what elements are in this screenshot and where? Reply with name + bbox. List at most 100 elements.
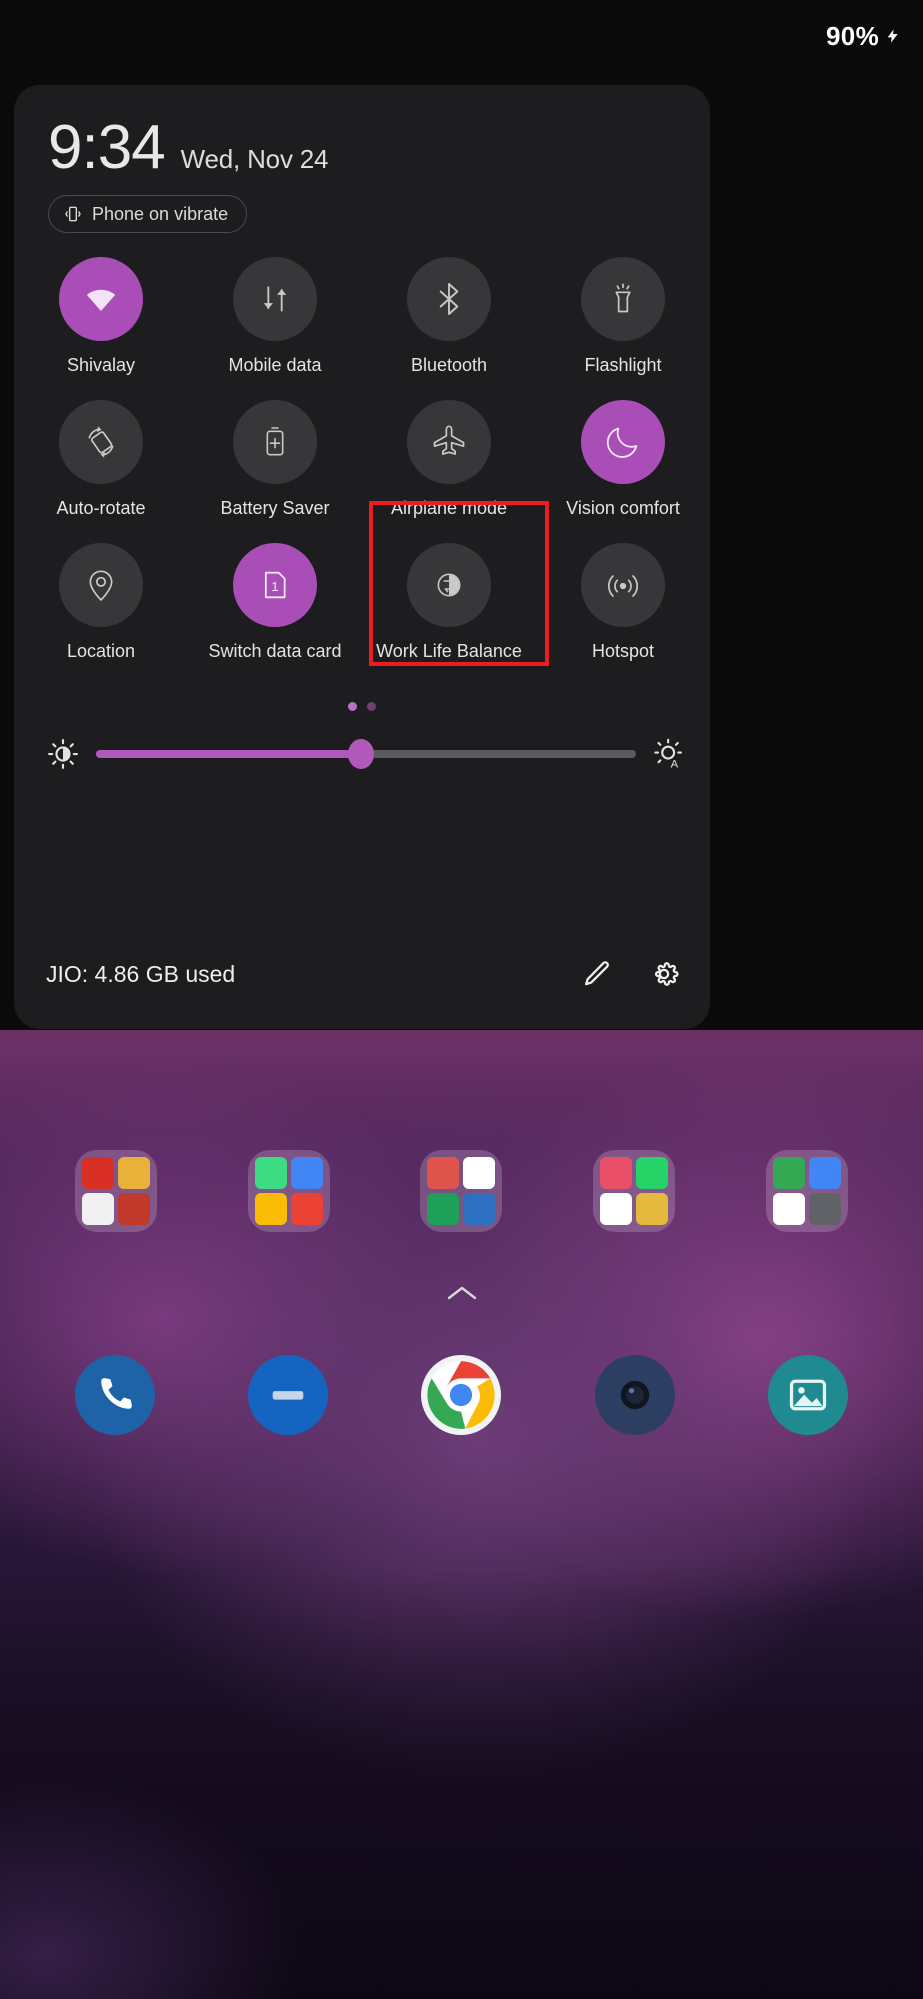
tile-bluetooth[interactable]: Bluetooth bbox=[362, 257, 536, 376]
folder-mini-icon bbox=[463, 1193, 496, 1225]
clock-date[interactable]: Wed, Nov 24 bbox=[181, 144, 329, 175]
tile-airplane-mode-label: Airplane mode bbox=[390, 498, 508, 518]
tile-vision-comfort-circle[interactable] bbox=[581, 400, 665, 484]
folder-mini-icon bbox=[808, 1193, 841, 1225]
tile-work-life-balance-circle[interactable] bbox=[407, 543, 491, 627]
tile-shivalay-circle[interactable] bbox=[59, 257, 143, 341]
tile-vision-comfort[interactable]: Vision comfort bbox=[536, 400, 710, 519]
quick-settings-header: 9:34 Wed, Nov 24 Phone on vibrate bbox=[14, 85, 710, 233]
home-folder[interactable] bbox=[247, 1150, 330, 1232]
tile-flashlight[interactable]: Flashlight bbox=[536, 257, 710, 376]
gear-icon[interactable] bbox=[648, 958, 680, 990]
brightness-slider[interactable] bbox=[96, 739, 636, 769]
tile-bluetooth-circle[interactable] bbox=[407, 257, 491, 341]
ringer-mode-chip[interactable]: Phone on vibrate bbox=[48, 195, 248, 233]
tile-location-circle[interactable] bbox=[59, 543, 143, 627]
data-usage-label[interactable]: JIO: 4.86 GB used bbox=[46, 961, 580, 988]
folder-mini-icon bbox=[808, 1157, 841, 1189]
quick-settings-footer: JIO: 4.86 GB used bbox=[14, 919, 710, 1029]
svg-text:1: 1 bbox=[271, 579, 278, 594]
clock-row: 9:34 Wed, Nov 24 bbox=[48, 117, 710, 179]
folder-mini-icon bbox=[254, 1193, 287, 1225]
dock-app-camera[interactable] bbox=[594, 1355, 675, 1435]
tile-work-life-balance[interactable]: Work Life Balance bbox=[362, 543, 536, 662]
dock-app-phone[interactable] bbox=[74, 1355, 155, 1435]
wallpaper-foreground bbox=[0, 1569, 923, 1999]
dock-app-messages[interactable] bbox=[248, 1355, 329, 1435]
folder-mini-icon bbox=[600, 1193, 633, 1225]
tile-mobile-data-label: Mobile data bbox=[228, 355, 322, 375]
tile-bluetooth-label: Bluetooth bbox=[410, 355, 488, 375]
pencil-icon[interactable] bbox=[580, 958, 612, 990]
tile-flashlight-circle[interactable] bbox=[581, 257, 665, 341]
tile-location-label: Location bbox=[66, 641, 136, 661]
folder-mini-icon bbox=[427, 1157, 460, 1189]
folder-mini-icon bbox=[636, 1157, 669, 1189]
clock-time[interactable]: 9:34 bbox=[48, 117, 166, 179]
dock-app-chrome[interactable] bbox=[421, 1355, 502, 1435]
brightness-auto-icon[interactable]: A bbox=[652, 737, 686, 771]
tile-location[interactable]: Location bbox=[14, 543, 188, 662]
brightness-slider-fill bbox=[96, 750, 361, 758]
folder-mini-icon bbox=[82, 1193, 115, 1225]
sim-card-1-icon: 1 bbox=[255, 565, 295, 605]
folder-mini-icon bbox=[636, 1193, 669, 1225]
home-folder[interactable] bbox=[420, 1150, 503, 1232]
tile-hotspot[interactable]: Hotspot bbox=[536, 543, 710, 662]
tile-hotspot-circle[interactable] bbox=[581, 543, 665, 627]
folder-mini-icon bbox=[600, 1157, 633, 1189]
tile-mobile-data[interactable]: Mobile data bbox=[188, 257, 362, 376]
tile-vision-comfort-label: Vision comfort bbox=[566, 498, 680, 518]
tile-switch-data-card[interactable]: 1 Switch data card bbox=[188, 543, 362, 662]
page-dot-1[interactable] bbox=[348, 702, 357, 711]
wifi-icon bbox=[86, 289, 116, 311]
tile-mobile-data-circle[interactable] bbox=[233, 257, 317, 341]
tile-airplane-mode[interactable]: Airplane mode bbox=[362, 400, 536, 519]
folder-mini-icon bbox=[290, 1193, 323, 1225]
tile-shivalay[interactable]: Shivalay bbox=[14, 257, 188, 376]
auto-rotate-icon bbox=[81, 426, 121, 458]
tile-airplane-mode-circle[interactable] bbox=[407, 400, 491, 484]
tile-battery-saver[interactable]: Battery Saver bbox=[188, 400, 362, 519]
location-pin-icon bbox=[81, 565, 121, 605]
tile-shivalay-label: Shivalay bbox=[66, 355, 136, 375]
tile-auto-rotate-label: Auto-rotate bbox=[56, 498, 146, 518]
home-folder[interactable] bbox=[75, 1150, 158, 1232]
bluetooth-icon bbox=[429, 279, 469, 319]
app-drawer-arrow[interactable] bbox=[0, 1283, 923, 1303]
page-dot-2[interactable] bbox=[367, 702, 376, 711]
folder-mini-icon bbox=[290, 1157, 323, 1189]
home-folder[interactable] bbox=[765, 1150, 848, 1232]
brightness-row: A bbox=[14, 737, 710, 771]
brightness-medium-icon bbox=[48, 739, 78, 769]
lightning-bolt-icon bbox=[887, 29, 898, 43]
chrome-icon bbox=[427, 1361, 496, 1429]
tile-auto-rotate[interactable]: Auto-rotate bbox=[14, 400, 188, 519]
brightness-slider-thumb[interactable] bbox=[347, 739, 374, 769]
footer-actions bbox=[580, 958, 680, 990]
folder-mini-icon bbox=[82, 1157, 115, 1189]
moon-icon bbox=[603, 422, 643, 462]
work-life-balance-icon bbox=[429, 565, 469, 605]
mobile-data-icon bbox=[263, 279, 287, 319]
svg-text:A: A bbox=[671, 759, 679, 771]
home-folder-row bbox=[0, 1150, 923, 1232]
tile-battery-saver-label: Battery Saver bbox=[220, 498, 330, 518]
ringer-mode-label: Phone on vibrate bbox=[92, 203, 229, 224]
gallery-icon bbox=[790, 1379, 827, 1411]
status-bar: 90% bbox=[0, 0, 923, 72]
hotspot-icon bbox=[603, 565, 643, 605]
camera-icon bbox=[620, 1380, 650, 1410]
tile-switch-data-card-circle[interactable]: 1 bbox=[233, 543, 317, 627]
folder-mini-icon bbox=[427, 1193, 460, 1225]
phone-vibrate-icon bbox=[65, 206, 81, 222]
tile-flashlight-label: Flashlight bbox=[584, 355, 662, 375]
home-folder[interactable] bbox=[593, 1150, 676, 1232]
tile-auto-rotate-circle[interactable] bbox=[59, 400, 143, 484]
phone-icon bbox=[100, 1378, 132, 1409]
tile-battery-saver-circle[interactable] bbox=[233, 400, 317, 484]
dock-app-gallery[interactable] bbox=[768, 1355, 849, 1435]
messages-icon bbox=[272, 1391, 304, 1400]
quick-settings-pagination bbox=[14, 702, 710, 711]
battery-status-group: 90% bbox=[826, 21, 901, 52]
